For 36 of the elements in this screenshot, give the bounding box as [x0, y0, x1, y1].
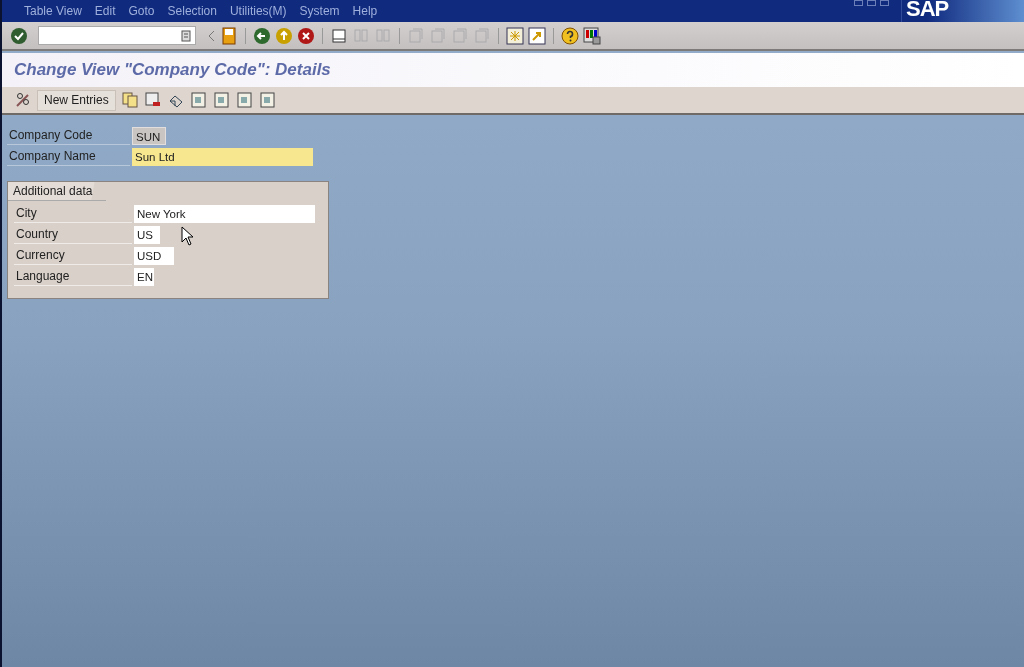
input-field[interactable]: New York	[134, 204, 315, 223]
shortcut-icon[interactable]	[528, 26, 546, 45]
field-label: Company Name	[7, 147, 130, 166]
command-field[interactable]	[38, 26, 196, 45]
back-icon[interactable]	[253, 26, 271, 45]
list-icon[interactable]	[181, 29, 191, 42]
field-label: Currency	[14, 246, 132, 265]
input-field[interactable]: US	[134, 225, 160, 244]
menu-item[interactable]: Table View	[24, 4, 82, 18]
field-label: Language	[14, 267, 132, 286]
menu-item[interactable]: Utilities(M)	[229, 4, 287, 18]
cancel-icon[interactable]	[297, 26, 315, 45]
input-field[interactable]: Sun Ltd	[132, 147, 313, 166]
delete-icon[interactable]	[143, 91, 162, 109]
mouse-pointer-icon	[181, 226, 194, 246]
input-field[interactable]: USD	[134, 246, 174, 265]
menu-item[interactable]: Selection	[167, 4, 217, 18]
menu-item[interactable]: Help	[352, 4, 378, 18]
group-title: Additional data	[8, 182, 107, 201]
field-label: Company Code	[7, 126, 130, 145]
menu-item[interactable]: System	[299, 4, 340, 18]
screen-title: Change View "Company Code": Details	[14, 60, 331, 80]
input-field[interactable]: SUN	[132, 126, 166, 145]
input-field[interactable]: EN	[134, 267, 154, 286]
save-icon[interactable]	[220, 26, 238, 45]
new-entries-button[interactable]: New Entries	[37, 89, 116, 111]
help-icon[interactable]	[561, 26, 579, 45]
menu-item[interactable]: Goto	[128, 4, 155, 18]
copy-icon[interactable]	[120, 91, 139, 109]
layout-icon[interactable]	[583, 26, 601, 45]
print-icon[interactable]	[330, 26, 348, 45]
field-label: Country	[14, 225, 132, 244]
checkmark-icon[interactable]	[10, 26, 28, 45]
field-label: City	[14, 204, 132, 223]
menu-item[interactable]: Edit	[94, 4, 116, 18]
sap-logo: SAP	[906, 0, 949, 18]
